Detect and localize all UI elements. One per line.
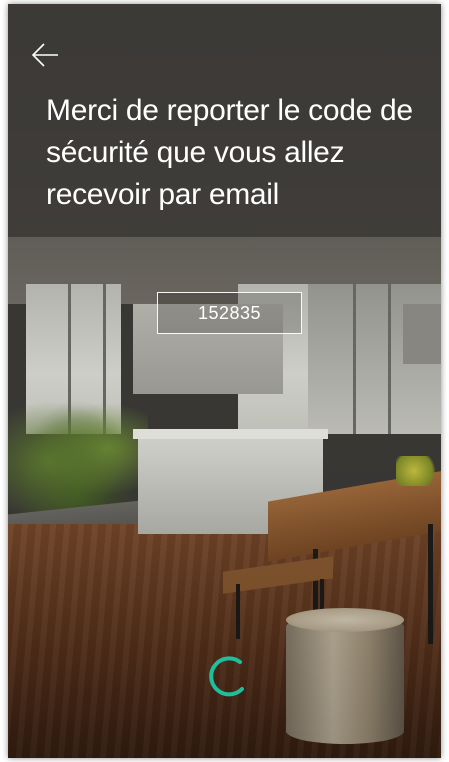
header: Merci de reporter le code de sécurité qu… [8, 4, 441, 237]
loading-spinner [206, 653, 252, 699]
security-code-input[interactable] [158, 292, 301, 334]
arrow-left-icon [31, 43, 58, 67]
app-screen: Merci de reporter le code de sécurité qu… [8, 4, 441, 758]
back-button[interactable] [30, 40, 60, 70]
spinner-icon [209, 656, 244, 697]
page-title: Merci de reporter le code de sécurité qu… [46, 94, 413, 211]
security-code-field[interactable] [157, 292, 302, 334]
